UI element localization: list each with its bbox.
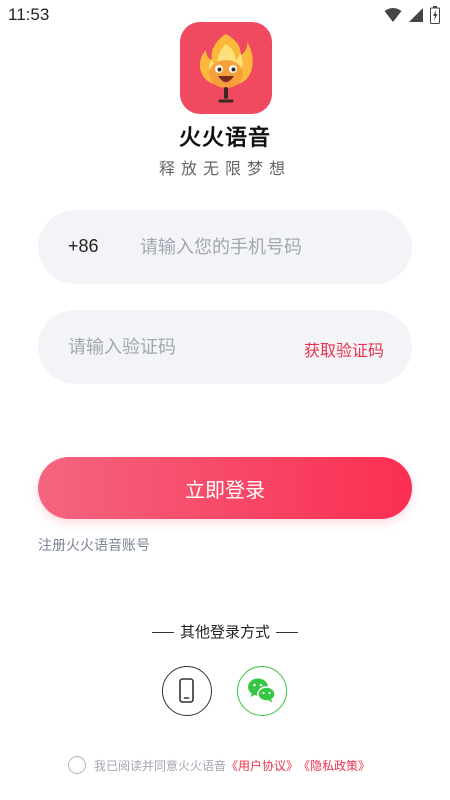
- status-time: 11:53: [8, 5, 50, 24]
- privacy-policy-link[interactable]: 《隐私政策》: [298, 757, 370, 774]
- wifi-icon: [384, 7, 402, 27]
- phone-field: +86: [38, 210, 412, 284]
- app-logo-icon: [180, 22, 272, 114]
- phone-input[interactable]: [140, 228, 390, 266]
- other-login-title: 其他登录方式: [0, 621, 450, 642]
- wechat-login-button[interactable]: [237, 666, 287, 716]
- app-slogan: 释放无限梦想: [158, 159, 291, 178]
- get-code-button[interactable]: 获取验证码: [304, 337, 384, 361]
- phone-icon: [179, 678, 194, 703]
- divider-right: [276, 632, 298, 633]
- divider-left: [151, 632, 174, 633]
- login-button[interactable]: 立即登录: [38, 457, 412, 519]
- code-field: 获取验证码: [38, 310, 412, 384]
- agreement-text: 我已阅读并同意火火语音: [94, 758, 227, 773]
- phone-login-button[interactable]: [162, 666, 212, 716]
- user-agreement-link[interactable]: 《用户协议》: [226, 757, 298, 774]
- other-login-label: 其他登录方式: [179, 623, 270, 641]
- wechat-icon: [248, 678, 276, 703]
- register-link[interactable]: 注册火火语音账号: [38, 535, 150, 555]
- code-input[interactable]: [68, 328, 278, 366]
- agreement: 我已阅读并同意火火语音 《用户协议》 《隐私政策》: [68, 756, 370, 774]
- app-name: 火火语音: [178, 126, 271, 151]
- country-code[interactable]: +86: [68, 236, 99, 257]
- battery-icon: [430, 6, 440, 28]
- status-icons: [384, 6, 440, 28]
- agreement-radio[interactable]: [68, 756, 86, 774]
- signal-icon: [408, 7, 424, 27]
